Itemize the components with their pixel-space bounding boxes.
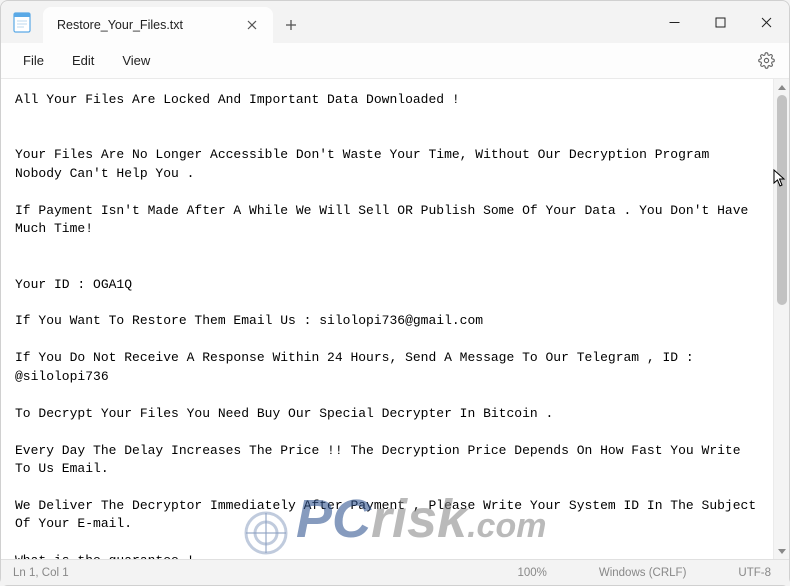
chevron-up-icon [778,85,786,90]
plus-icon [285,19,297,31]
minimize-button[interactable] [651,1,697,43]
app-icon [1,1,43,43]
gear-icon [758,52,775,69]
vertical-scrollbar[interactable] [773,79,789,559]
new-tab-button[interactable] [273,7,309,43]
tab-title: Restore_Your_Files.txt [57,18,241,32]
maximize-icon [715,17,726,28]
status-bar: Ln 1, Col 1 100% Windows (CRLF) UTF-8 [1,559,789,585]
chevron-down-icon [778,549,786,554]
window-controls [651,1,789,43]
menu-file[interactable]: File [9,47,58,74]
close-window-button[interactable] [743,1,789,43]
notepad-icon [13,11,31,33]
document-tab[interactable]: Restore_Your_Files.txt [43,7,273,43]
menu-view[interactable]: View [108,47,164,74]
scroll-up-arrow[interactable] [774,79,789,95]
menu-bar: File Edit View [1,43,789,79]
encoding: UTF-8 [712,567,777,579]
minimize-icon [669,17,680,28]
settings-button[interactable] [751,46,781,76]
close-icon [247,20,257,30]
notepad-window: Restore_Your_Files.txt [0,0,790,586]
scroll-thumb[interactable] [777,95,787,305]
text-content[interactable]: All Your Files Are Locked And Important … [1,79,773,559]
maximize-button[interactable] [697,1,743,43]
menu-edit[interactable]: Edit [58,47,108,74]
close-icon [761,17,772,28]
editor-area: All Your Files Are Locked And Important … [1,79,789,559]
title-bar: Restore_Your_Files.txt [1,1,789,43]
cursor-position: Ln 1, Col 1 [13,567,491,579]
line-ending: Windows (CRLF) [573,567,713,579]
tab-close-button[interactable] [241,14,263,36]
scroll-down-arrow[interactable] [774,543,789,559]
zoom-level[interactable]: 100% [491,567,572,579]
